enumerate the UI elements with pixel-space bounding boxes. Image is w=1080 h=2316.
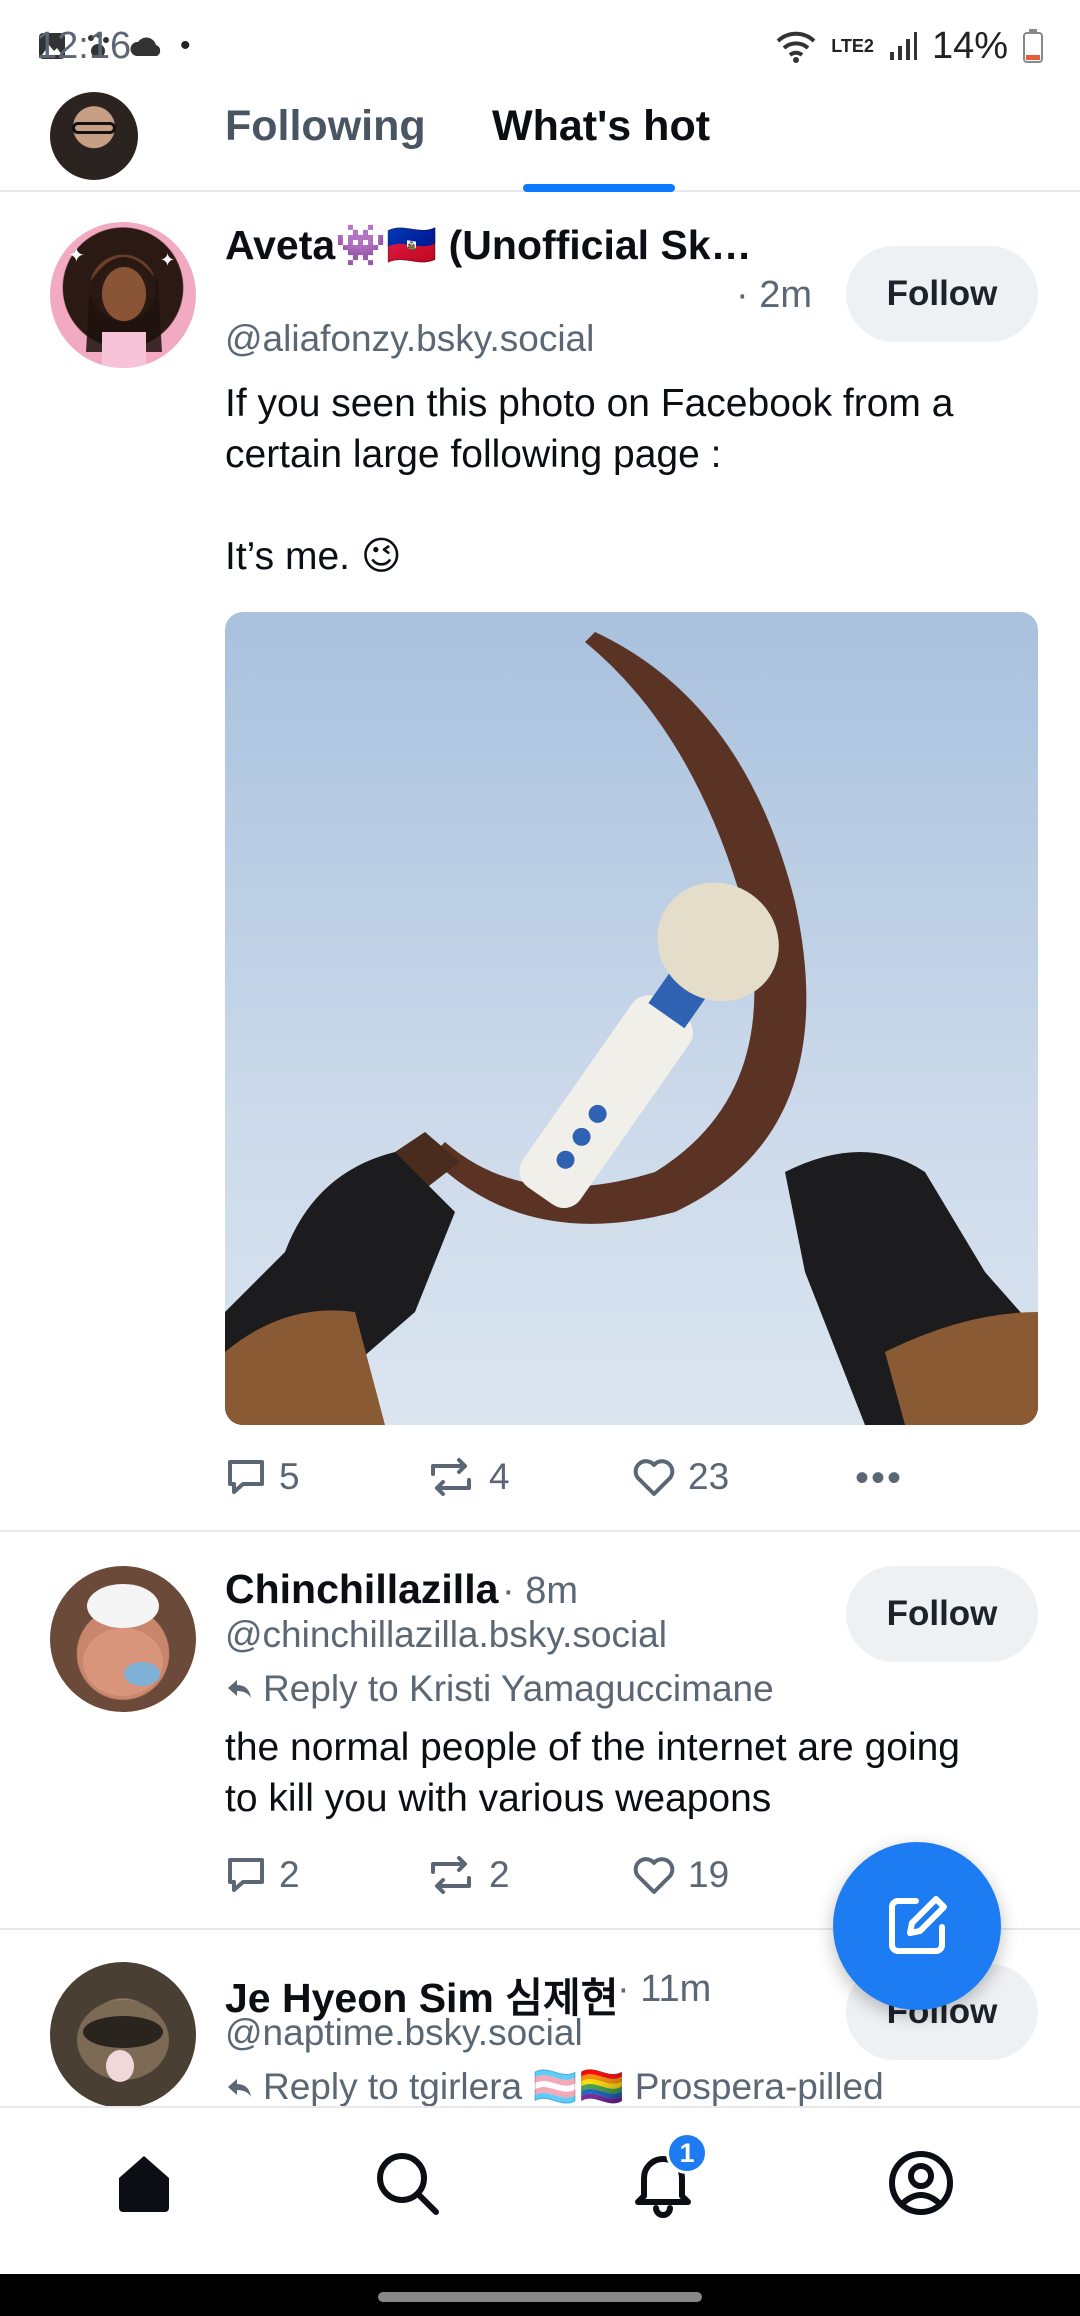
author-name[interactable]: Chinchillazilla xyxy=(225,1566,498,1613)
feed-header: Following What's hot xyxy=(0,92,1080,192)
battery-icon xyxy=(1023,29,1043,63)
cloud-icon xyxy=(130,37,161,56)
like-count: 23 xyxy=(688,1456,730,1497)
my-avatar[interactable] xyxy=(50,92,138,180)
sickle-wand-photo xyxy=(225,632,1038,1425)
reply-arrow-icon xyxy=(228,2078,251,2097)
reply-context[interactable]: Reply to Kristi Yamaguccimane xyxy=(225,1668,774,1710)
svg-text:✦: ✦ xyxy=(68,245,85,267)
post-text: the normal people of the internet are go… xyxy=(225,1726,961,1820)
more-options-icon[interactable]: ••• xyxy=(855,1456,903,1501)
reply-icon xyxy=(228,1858,264,1892)
avatar[interactable] xyxy=(50,1566,196,1712)
repost-icon xyxy=(431,1458,471,1496)
reply-to-label: Reply to tgirlera 🏳️‍⚧️🏳️‍🌈 Prospera-pil… xyxy=(263,2066,884,2106)
status-bar: 12:16 • LTE2 14% xyxy=(0,0,1080,92)
reply-icon xyxy=(228,1460,264,1494)
avatar[interactable]: ✦ ✦ xyxy=(50,222,196,368)
status-time: 12:16 xyxy=(36,24,132,67)
post-time[interactable]: · 11m xyxy=(617,1968,711,2011)
nav-profile[interactable] xyxy=(876,2138,966,2228)
repost-count: 4 xyxy=(489,1456,510,1497)
nav-home[interactable] xyxy=(99,2138,189,2228)
bottom-nav: 1 xyxy=(0,2106,1080,2274)
reply-count: 5 xyxy=(279,1456,300,1497)
repost-icon xyxy=(431,1856,471,1894)
notification-badge: 1 xyxy=(666,2132,708,2174)
home-gesture-bar[interactable] xyxy=(378,2292,702,2302)
heart-icon xyxy=(633,1857,675,1894)
author-handle[interactable]: @chinchillazilla.bsky.social xyxy=(225,1614,667,1656)
avatar[interactable] xyxy=(50,1962,196,2106)
profile-icon xyxy=(889,2151,953,2215)
active-tab-indicator xyxy=(523,184,675,192)
tab-following[interactable]: Following xyxy=(225,102,426,151)
feed-post[interactable]: ✦ ✦ Aveta👾🇭🇹 (Unofficial Sk… · 2m Follow … xyxy=(0,194,1080,1532)
follow-button[interactable]: Follow xyxy=(846,1566,1038,1662)
author-handle[interactable]: @aliafonzy.bsky.social xyxy=(225,318,594,360)
post-actions: 5 4 23 ••• xyxy=(225,1456,1025,1506)
author-handle[interactable]: @naptime.bsky.social xyxy=(225,2012,583,2054)
compose-button[interactable] xyxy=(833,1842,1001,2010)
post-time[interactable]: · 2m xyxy=(736,274,812,317)
post-image[interactable] xyxy=(225,612,1038,1425)
svg-text:✦: ✦ xyxy=(160,250,175,270)
nav-search[interactable] xyxy=(362,2138,452,2228)
like-action[interactable]: 19 xyxy=(632,1854,729,1896)
like-count: 19 xyxy=(688,1854,730,1895)
repost-action[interactable]: 2 xyxy=(425,1854,510,1896)
wifi-icon xyxy=(776,31,816,63)
reply-arrow-icon xyxy=(228,1680,251,1698)
reply-action[interactable]: 5 xyxy=(225,1456,300,1498)
reply-action[interactable]: 2 xyxy=(225,1854,300,1896)
tab-whats-hot[interactable]: What's hot xyxy=(492,102,710,151)
like-action[interactable]: 23 xyxy=(632,1456,729,1498)
compose-icon xyxy=(889,1896,947,1954)
reply-count: 2 xyxy=(279,1854,300,1895)
follow-button[interactable]: Follow xyxy=(846,246,1038,342)
repost-action[interactable]: 4 xyxy=(425,1456,510,1498)
signal-icon xyxy=(889,32,917,60)
reply-context[interactable]: Reply to tgirlera 🏳️‍⚧️🏳️‍🌈 Prospera-pil… xyxy=(225,2066,884,2106)
battery-percent: 14% xyxy=(931,24,1008,67)
reply-to-label: Reply to Kristi Yamaguccimane xyxy=(263,1668,774,1709)
post-text: If you seen this photo on Facebook from … xyxy=(225,382,954,578)
repost-count: 2 xyxy=(489,1854,510,1895)
heart-icon xyxy=(633,1459,675,1496)
post-time[interactable]: · 8m xyxy=(502,1570,578,1613)
author-name[interactable]: Aveta👾🇭🇹 (Unofficial Sk… xyxy=(225,222,752,270)
network-label: LTE2 xyxy=(831,36,874,56)
search-icon xyxy=(377,2153,439,2215)
dot-icon: • xyxy=(180,29,191,62)
nav-notifications[interactable]: 1 xyxy=(618,2132,708,2228)
home-icon xyxy=(119,2156,169,2212)
